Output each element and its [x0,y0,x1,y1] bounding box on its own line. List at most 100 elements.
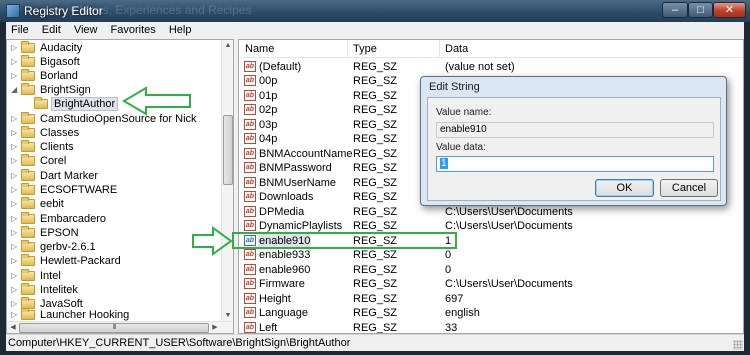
expand-icon[interactable]: ▷ [11,300,18,308]
value-type: REG_SZ [353,177,398,189]
scroll-thumb[interactable]: III [19,323,209,333]
expand-icon[interactable]: ▷ [11,229,18,237]
tree-item-hewlett-packard[interactable]: ▷ Hewlett-Packard [7,254,219,268]
tree-item-label: Bigasoft [40,56,80,68]
column-divider[interactable] [347,40,348,58]
value-name: BNMUserName [259,177,337,189]
tree-item-eebit[interactable]: ▷ eebit [7,197,219,211]
tree-item-audacity[interactable]: ▷ Audacity [7,41,219,55]
status-bar: Computer\HKEY_CURRENT_USER\Software\Brig… [6,334,744,351]
expand-icon[interactable]: ▷ [11,272,18,280]
expand-icon[interactable]: ▷ [11,243,18,251]
column-header-type[interactable]: Type [353,43,377,55]
tree-item-ecsoftware[interactable]: ▷ ECSOFTWARE [7,183,219,197]
menu-bar: File Edit View Favorites Help [6,22,744,39]
registry-editor-icon [6,4,20,18]
menu-file[interactable]: File [6,22,34,36]
tree-item-classes[interactable]: ▷ Classes [7,126,219,140]
expand-icon[interactable]: ▷ [11,186,18,194]
tree-item-intelitek[interactable]: ▷ Intelitek [7,283,219,297]
tree-item-embarcadero[interactable]: ▷ Embarcadero [7,212,219,226]
maximize-button[interactable]: □ [688,2,713,18]
cancel-button[interactable]: Cancel [660,179,718,197]
tree-item-intel[interactable]: ▷ Intel [7,269,219,283]
tree-vertical-scrollbar[interactable]: ▲ ▼ [221,40,233,322]
expand-icon[interactable]: ▷ [11,172,18,180]
tree-item-corel[interactable]: ▷ Corel [7,154,219,168]
value-data: 33 [445,322,458,334]
tree-item-epson[interactable]: ▷ EPSON [7,226,219,240]
scroll-thumb[interactable] [223,115,233,185]
expand-icon[interactable]: ▷ [11,143,18,151]
folder-icon [21,226,35,238]
menu-favorites[interactable]: Favorites [106,22,161,36]
tree-item-brightsign[interactable]: ◢ BrightSign [7,83,219,97]
expand-icon[interactable]: ▷ [11,215,18,223]
list-item[interactable]: ab enable960 REG_SZ 0 [239,263,743,277]
tree-item-camstudio[interactable]: ▷ CamStudioOpenSource for Nick [7,112,219,126]
list-item[interactable]: ab DynamicPlaylists REG_SZ C:\Users\User… [239,219,743,233]
expand-icon[interactable]: ▷ [11,311,18,319]
list-item[interactable]: ab DPMedia REG_SZ C:\Users\User\Document… [239,205,743,219]
expand-icon[interactable]: ▷ [11,200,18,208]
tree-item-label: Intel [40,270,61,282]
menu-edit[interactable]: Edit [37,22,66,36]
menu-help[interactable]: Help [164,22,197,36]
list-item[interactable]: ab Language REG_SZ english [239,306,743,320]
tree-item-launcher-hooking[interactable]: ▷ Launcher Hooking [7,308,219,322]
folder-icon [21,212,35,224]
value-type: REG_SZ [353,278,398,290]
value-name: Left [259,322,278,334]
tree-item-borland[interactable]: ▷ Borland [7,69,219,83]
tree-item-label: ECSOFTWARE [40,184,118,196]
value-name: DPMedia [259,206,305,218]
list-item[interactable]: ab Left REG_SZ 33 [239,321,743,334]
list-item[interactable]: ab Firmware REG_SZ C:\Users\User\Documen… [239,277,743,291]
close-button[interactable]: ✕ [713,2,746,18]
expand-icon[interactable]: ▷ [11,58,18,66]
value-name-label: Value name: [436,107,492,118]
string-value-icon: ab [244,293,256,304]
resize-grip-icon[interactable] [733,340,743,350]
value-type: REG_SZ [353,220,398,232]
expand-icon[interactable]: ▷ [11,157,18,165]
value-data: C:\Users\User\Documents [445,278,573,290]
value-data-input[interactable]: 1 [436,156,714,172]
scroll-right-icon[interactable]: ▶ [209,322,221,333]
expand-icon[interactable]: ▷ [11,129,18,137]
value-data-text: 1 [440,158,448,169]
tree-item-label: Borland [40,70,78,82]
collapse-icon[interactable]: ◢ [11,86,18,94]
tree-item-gerbv[interactable]: ▷ gerbv-2.6.1 [7,240,219,254]
folder-icon [21,283,35,295]
list-item[interactable]: ab (Default) REG_SZ (value not set) [239,60,743,74]
tree-item-dart-marker[interactable]: ▷ Dart Marker [7,169,219,183]
tree-item-bigasoft[interactable]: ▷ Bigasoft [7,55,219,69]
column-header-data[interactable]: Data [445,43,468,55]
column-divider[interactable] [439,40,440,58]
column-header-name[interactable]: Name [245,43,274,55]
expand-icon[interactable]: ▷ [11,257,18,265]
menu-view[interactable]: View [69,22,103,36]
value-type: REG_SZ [353,61,398,73]
scroll-up-icon[interactable]: ▲ [222,40,233,52]
expand-icon[interactable]: ▷ [11,286,18,294]
tree-item-clients[interactable]: ▷ Clients [7,140,219,154]
value-name: Firmware [259,278,305,290]
folder-icon [21,240,35,252]
tree-item-brightauthor[interactable]: BrightAuthor [7,97,219,111]
value-name: BNMAccountName [259,148,353,160]
expand-icon[interactable]: ▷ [11,72,18,80]
tree-item-label: Corel [40,155,67,167]
minimize-button[interactable]: – [662,2,688,18]
tree-item-label: Clients [40,141,74,153]
expand-icon[interactable]: ▷ [11,115,18,123]
value-name: 03p [259,119,278,131]
tree-horizontal-scrollbar[interactable]: ◀ III ▶ [7,321,233,333]
scroll-left-icon[interactable]: ◀ [7,322,19,333]
ok-button[interactable]: OK [595,179,654,197]
expand-icon[interactable]: ▷ [11,44,18,52]
tree-item-label: CamStudioOpenSource for Nick [40,113,197,125]
list-item[interactable]: ab Height REG_SZ 697 [239,292,743,306]
list-item[interactable]: ab enable933 REG_SZ 0 [239,248,743,262]
